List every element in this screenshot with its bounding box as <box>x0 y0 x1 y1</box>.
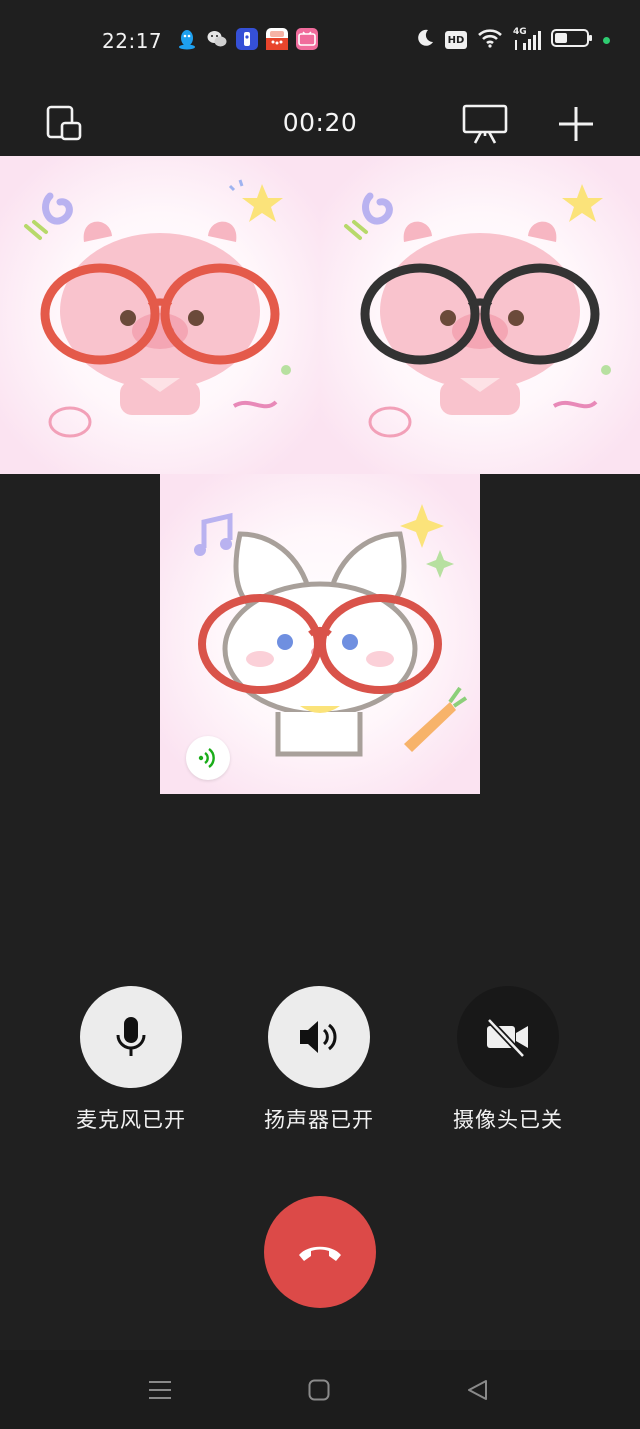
bilibili-icon <box>296 28 318 50</box>
news-app-icon <box>266 28 288 50</box>
hang-up-button[interactable] <box>264 1196 376 1308</box>
speaker-control[interactable]: 扬声器已开 <box>244 986 394 1134</box>
camera-control[interactable]: 摄像头已关 <box>433 986 583 1134</box>
microphone-control[interactable]: 麦克风已开 <box>56 986 206 1134</box>
camera-status-label: 摄像头已关 <box>453 1108 563 1132</box>
call-header: 00:20 <box>0 84 640 156</box>
plus-icon <box>559 107 593 141</box>
system-icons: HD 4G <box>415 27 610 52</box>
call-duration: 00:20 <box>282 108 358 137</box>
status-bar: 22:17 HD 4G <box>0 0 640 84</box>
microphone-status-label: 麦克风已开 <box>76 1108 186 1132</box>
wifi-icon <box>477 28 503 52</box>
microphone-toggle-button[interactable] <box>80 986 182 1088</box>
status-time: 22:17 <box>102 29 163 53</box>
hd-voice-icon: HD <box>445 31 467 49</box>
home-button[interactable] <box>304 1376 334 1404</box>
screen-share-icon <box>462 104 508 144</box>
participant-video-tile[interactable] <box>160 474 480 794</box>
cellular-signal-icon: 4G <box>513 27 541 51</box>
qq-icon <box>176 28 198 50</box>
participant-video-tile[interactable] <box>0 156 320 474</box>
pig-avatar-red-glasses <box>24 179 291 438</box>
back-button[interactable] <box>462 1376 492 1404</box>
do-not-disturb-moon-icon <box>415 28 435 52</box>
privacy-indicator-dot <box>603 36 610 44</box>
screen-share-button[interactable] <box>460 102 510 146</box>
camera-off-icon <box>486 1017 528 1058</box>
microphone-icon <box>116 1017 146 1056</box>
notification-icons <box>176 28 318 50</box>
hd-label: HD <box>447 34 465 46</box>
battery-icon <box>551 28 593 52</box>
speaking-indicator <box>186 736 230 780</box>
pig-avatar-black-glasses <box>344 184 611 438</box>
recent-apps-button[interactable] <box>145 1376 175 1404</box>
menu-icon <box>149 1381 171 1399</box>
baidu-app-icon <box>236 28 258 50</box>
speaker-toggle-button[interactable] <box>268 986 370 1088</box>
speaker-icon <box>300 1021 337 1053</box>
system-navigation-bar <box>0 1350 640 1429</box>
back-triangle-icon <box>468 1380 487 1400</box>
participant-video-tile[interactable] <box>320 156 640 474</box>
camera-toggle-button[interactable] <box>457 986 559 1088</box>
add-participant-button[interactable] <box>554 102 598 146</box>
audio-wave-icon <box>198 748 215 768</box>
speaker-status-label: 扬声器已开 <box>264 1108 374 1132</box>
wechat-icon <box>206 28 228 50</box>
hang-up-phone-icon <box>299 1246 341 1261</box>
home-square-icon <box>308 1379 330 1401</box>
